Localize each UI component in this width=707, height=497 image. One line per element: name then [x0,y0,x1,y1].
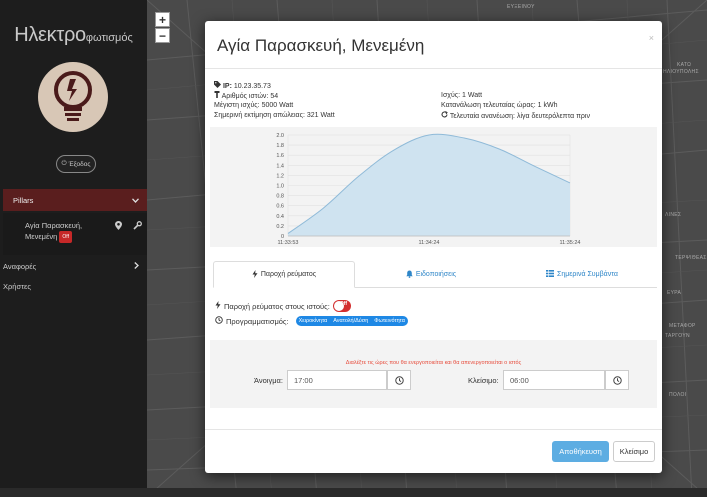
brand-subtitle: φωτισμός [85,32,133,44]
close-time-label: Κλείσιμο: [468,376,499,385]
logout-label: Έξοδος [68,160,91,168]
sidebar-item-users[interactable]: Χρήστες [3,282,31,291]
info-last-hour-consumption: Κατανάλωση τελευταίας ώρας: 1 kWh [441,102,558,109]
modal-title: Αγία Παρασκευή, Μενεμένη [217,36,425,55]
y-tick-label: 1.4 [276,163,284,169]
tab-label: Παροχή ρεύματος [260,271,317,278]
chevron-down-icon [132,196,139,205]
close-time-input[interactable] [503,370,605,390]
info-loss-estimate: Σημερινή εκτίμηση απώλειας: 321 Watt [214,112,335,119]
map-label: ΜΕΤΑΦΟΡ [669,323,696,329]
power-toggle[interactable]: Off [332,300,351,312]
zoom-out-button[interactable]: − [155,28,170,43]
tag-icon [214,81,223,90]
map-label: ΚΑΤΩ [677,62,692,68]
power-chart-panel: 0 0.2 0.4 0.6 0.8 1.0 1.2 1.4 1.6 1.8 2.0 11:33:53 1… [210,127,657,247]
time-settings-panel: Διαλέξτε τις ώρες που θα ενεργοποιείται … [210,340,657,408]
schedule-manual-button[interactable]: Χειροκίνητα [295,316,331,326]
x-tick-label: 11:33:53 [277,240,298,246]
info-power: Ισχύς: 1 Watt [441,92,483,99]
divider [205,68,662,69]
y-tick-label: 1.6 [276,153,284,159]
map-label: ΠΟΛΟΙ [669,392,687,398]
sidebar-item-label: Χρήστες [3,282,31,291]
schedule-mode-group: Χειροκίνητα Ανατολή/Δύση Φωτεινότητα [295,316,408,326]
sidebar-item-pillar-entry[interactable]: Αγία Παρασκευή, Μενεμένη Off [3,213,147,255]
open-time-input[interactable] [287,370,387,390]
map-label: ΤΑΡΓΟΥΝ [665,333,690,339]
sidebar-item-pillars[interactable]: Pillars [3,189,147,211]
y-tick-label: 1.8 [276,143,284,149]
list-icon [546,270,555,279]
lightbulb-logo-icon [38,62,108,132]
open-time-label: Άνοιγμα: [254,376,283,385]
toggle-label: Off [339,301,348,307]
power-chart: 00.20.40.60.81.01.21.41.61.82.011:33:53 1… [276,133,580,246]
y-tick-label: 1.2 [276,173,284,179]
pillar-name: Αγία Παρασκευή, [25,221,83,230]
x-tick-label: 11:35:24 [559,240,580,246]
sidebar-item-label: Αναφορές [3,261,37,271]
map-label: ΕΥΞΕΙΝΟΥ [507,4,535,10]
sidebar: Ηλεκτροφωτισμός ⏻ Έξοδος Pillars Αγία Πα… [0,0,147,497]
map-label: ΕΥΡΑ [667,290,682,296]
clock-icon [612,375,622,385]
info-max-power: Μέγιστη ισχύς: 5000 Watt [214,102,294,109]
map-label: ΤΕΡΨΙΘΕΑΣ [675,255,707,261]
pillar-icon [214,91,222,100]
y-tick-label: 2.0 [276,133,284,139]
y-tick-label: 0.4 [276,214,284,220]
sidebar-item-reports[interactable]: Αναφορές [3,259,147,273]
bell-icon [406,270,413,280]
save-button[interactable]: Αποθήκευση [552,441,609,462]
time-hint-text: Διαλέξτε τις ώρες που θα ενεργοποιείται … [345,360,522,366]
x-tick-label: 11:34:24 [418,240,439,246]
power-supply-label: Παροχή ρεύματος στους ιστούς: [224,301,330,311]
open-time-clock-button[interactable] [387,370,411,390]
wrench-icon[interactable] [133,221,142,233]
schedule-sunrise-sunset-button[interactable]: Ανατολή/Δύση [330,316,372,326]
tab-notifications[interactable]: Ειδοποιήσεις [360,261,502,288]
y-tick-label: 1.0 [276,184,284,190]
bolt-icon [215,301,221,311]
clock-icon [394,375,404,385]
app-brand: Ηλεκτροφωτισμός [0,24,147,47]
tab-label: Σημερινά Συμβάντα [557,271,618,278]
logout-button[interactable]: ⏻ Έξοδος [56,155,96,173]
status-badge: Off [59,231,72,243]
y-tick-label: 0.8 [276,194,284,200]
info-last-refresh: Τελευταία ανανέωση: λίγα δευτερόλεπτα πρ… [441,111,590,122]
brand-title: Ηλεκτρο [14,24,86,46]
close-button[interactable]: Κλείσιμο [613,441,655,462]
refresh-icon [441,111,450,120]
tab-todays-events[interactable]: Σημερινά Συμβάντα [507,261,657,288]
zoom-in-button[interactable]: + [155,12,170,27]
chevron-right-icon [134,261,139,271]
map-label: ΗΛΙΟΥΠΟΛΗΣ [663,69,699,75]
map-pin-icon[interactable] [115,221,122,233]
series-area [288,134,570,236]
power-supply-row: Παροχή ρεύματος στους ιστούς: Off [215,300,351,312]
bolt-icon [252,269,258,280]
close-time-clock-button[interactable] [605,370,629,390]
tab-label: Ειδοποιήσεις [415,271,457,278]
modal-close-icon[interactable]: × [649,33,654,43]
info-ip: IP: 10.23.35.73 [214,81,271,92]
y-tick-label: 0.6 [276,204,284,210]
map-label: ΛΙΝΕΣ [665,212,682,218]
y-tick-label: 0.2 [276,224,284,230]
schedule-brightness-button[interactable]: Φωτεινότητα [371,316,408,326]
schedule-label: Προγραμματισμός: [226,316,289,326]
bottom-strip [0,488,707,497]
schedule-row: Προγραμματισμός: Χειροκίνητα Ανατολή/Δύσ… [215,316,408,326]
pillar-name-line2: Μενεμένη [25,231,58,241]
clock-icon [215,316,223,326]
divider [205,429,662,430]
sidebar-item-label: Pillars [13,195,34,205]
tab-power-supply[interactable]: Παροχή ρεύματος [213,261,355,288]
info-pillar-count: Αριθμός ιστών: 54 [214,91,278,102]
pillar-details-modal: Αγία Παρασκευή, Μενεμένη × IP: 10.23.35.… [205,21,662,473]
power-icon: ⏻ [61,160,67,167]
